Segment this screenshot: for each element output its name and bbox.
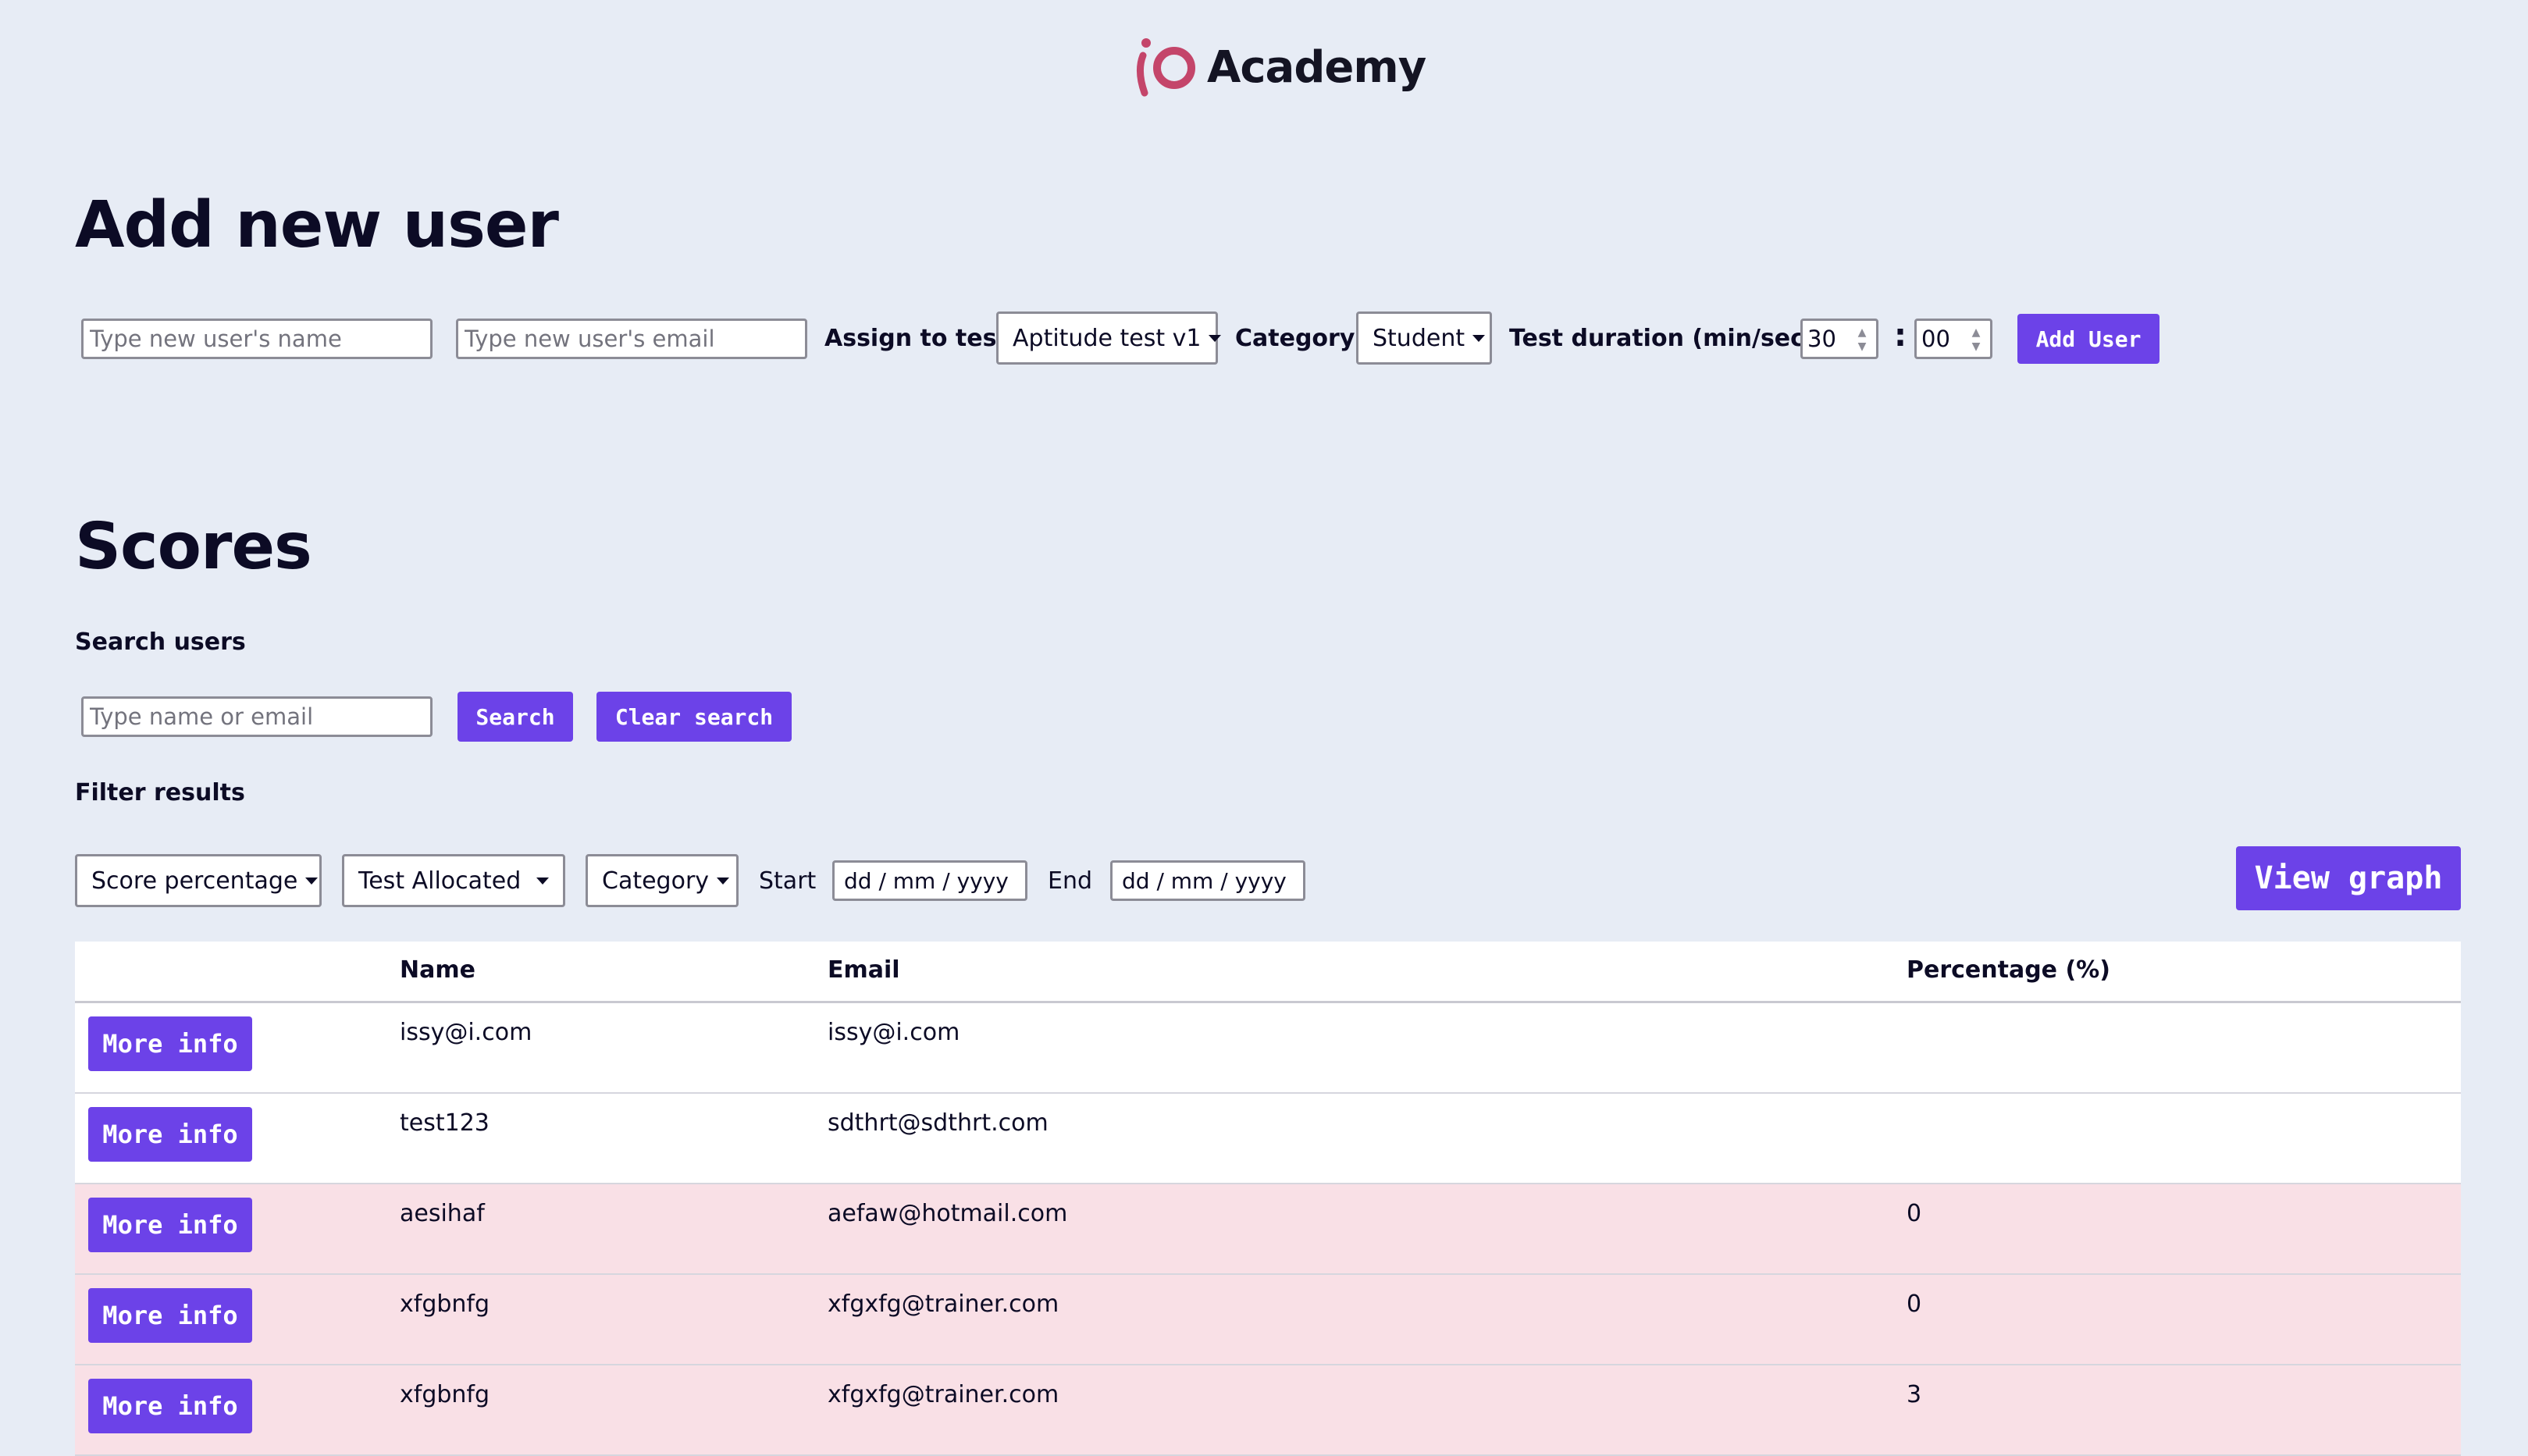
test-duration-label: Test duration (min/sec) :	[1509, 325, 1833, 352]
table-row: More info xfgbnfg xfgxfg@trainer.com 3	[75, 1365, 2461, 1456]
category-label: Category:	[1235, 325, 1365, 352]
category-select[interactable]: Student	[1356, 311, 1492, 365]
search-input[interactable]	[81, 696, 433, 737]
cell-percentage: 0	[1907, 1200, 1922, 1227]
view-graph-button[interactable]: View graph	[2236, 846, 2461, 910]
cell-name: xfgbnfg	[400, 1381, 490, 1408]
new-user-name-input[interactable]	[81, 319, 433, 359]
assign-test-label: Assign to test:	[824, 325, 1017, 352]
academy-logo: Academy	[1135, 33, 1426, 103]
more-info-button[interactable]: More info	[88, 1379, 252, 1433]
scores-title: Scores	[75, 510, 312, 584]
test-select[interactable]: Aptitude test v1	[996, 311, 1222, 365]
cell-email: issy@i.com	[828, 1019, 960, 1046]
table-row: More info xfgbnfg xfgxfg@trainer.com 0	[75, 1275, 2461, 1365]
cell-percentage: 0	[1907, 1290, 1922, 1318]
column-header-email: Email	[828, 956, 900, 984]
table-row: More info aesihaf aefaw@hotmail.com 0	[75, 1184, 2461, 1275]
scores-table: Name Email Percentage (%) More info issy@…	[75, 942, 2461, 1456]
cell-percentage: 3	[1907, 1381, 1922, 1408]
end-date-input[interactable]: dd / mm / yyyy	[1110, 860, 1305, 901]
chevron-down-icon	[1472, 334, 1486, 342]
clear-search-button[interactable]: Clear search	[596, 692, 792, 742]
more-info-button[interactable]: More info	[88, 1107, 252, 1162]
add-user-title: Add new user	[75, 188, 559, 262]
test-allocated-filter-label: Test Allocated	[358, 867, 522, 895]
chevron-down-icon	[1209, 334, 1222, 342]
column-header-name: Name	[400, 956, 475, 984]
search-users-label: Search users	[75, 628, 246, 656]
cell-name: test123	[400, 1109, 490, 1137]
chevron-down-icon	[536, 877, 549, 885]
search-button[interactable]: Search	[458, 692, 573, 742]
end-date-label: End	[1048, 867, 1093, 895]
brand-name: Academy	[1207, 42, 1426, 93]
time-separator: :	[1894, 318, 1907, 354]
table-row: More info test123 sdthrt@sdthrt.com	[75, 1094, 2461, 1184]
table-body: More info issy@i.com issy@i.com More info te…	[75, 1003, 2461, 1456]
minutes-stepper[interactable]: 30 ▲ ▼	[1800, 319, 1878, 359]
start-date-value: dd / mm / yyyy	[844, 867, 1009, 894]
more-info-button[interactable]: More info	[88, 1016, 252, 1071]
column-header-percentage: Percentage (%)	[1907, 956, 2110, 984]
cell-email: xfgxfg@trainer.com	[828, 1290, 1059, 1318]
cell-email: sdthrt@sdthrt.com	[828, 1109, 1049, 1137]
cell-name: xfgbnfg	[400, 1290, 490, 1318]
more-info-button[interactable]: More info	[88, 1288, 252, 1343]
category-select-value: Student	[1373, 324, 1465, 352]
seconds-stepper[interactable]: 00 ▲ ▼	[1914, 319, 1992, 359]
minutes-value: 30	[1807, 326, 1836, 352]
score-percentage-filter-label: Score percentage	[91, 867, 298, 895]
chevron-down-icon	[305, 877, 319, 885]
cell-name: aesihaf	[400, 1200, 485, 1227]
cell-email: aefaw@hotmail.com	[828, 1200, 1068, 1227]
spin-arrows-icon[interactable]: ▲ ▼	[1853, 327, 1871, 352]
table-row: More info issy@i.com issy@i.com	[75, 1003, 2461, 1094]
cell-name: issy@i.com	[400, 1019, 532, 1046]
chevron-down-icon	[717, 877, 730, 885]
more-info-button[interactable]: More info	[88, 1198, 252, 1252]
category-filter[interactable]: Category	[586, 854, 739, 907]
test-select-value: Aptitude test v1	[1013, 324, 1202, 352]
score-percentage-filter[interactable]: Score percentage	[75, 854, 322, 907]
category-filter-label: Category	[602, 867, 710, 895]
cell-email: xfgxfg@trainer.com	[828, 1381, 1059, 1408]
spin-arrows-icon[interactable]: ▲ ▼	[1967, 327, 1985, 352]
start-date-label: Start	[759, 867, 817, 895]
test-allocated-filter[interactable]: Test Allocated	[342, 854, 565, 907]
io-logo-icon	[1137, 38, 1195, 97]
end-date-value: dd / mm / yyyy	[1122, 867, 1287, 894]
start-date-input[interactable]: dd / mm / yyyy	[832, 860, 1027, 901]
add-user-button[interactable]: Add User	[2017, 314, 2159, 364]
seconds-value: 00	[1921, 326, 1950, 352]
filter-results-label: Filter results	[75, 779, 245, 806]
table-header: Name Email Percentage (%)	[75, 942, 2461, 1003]
new-user-email-input[interactable]	[456, 319, 807, 359]
